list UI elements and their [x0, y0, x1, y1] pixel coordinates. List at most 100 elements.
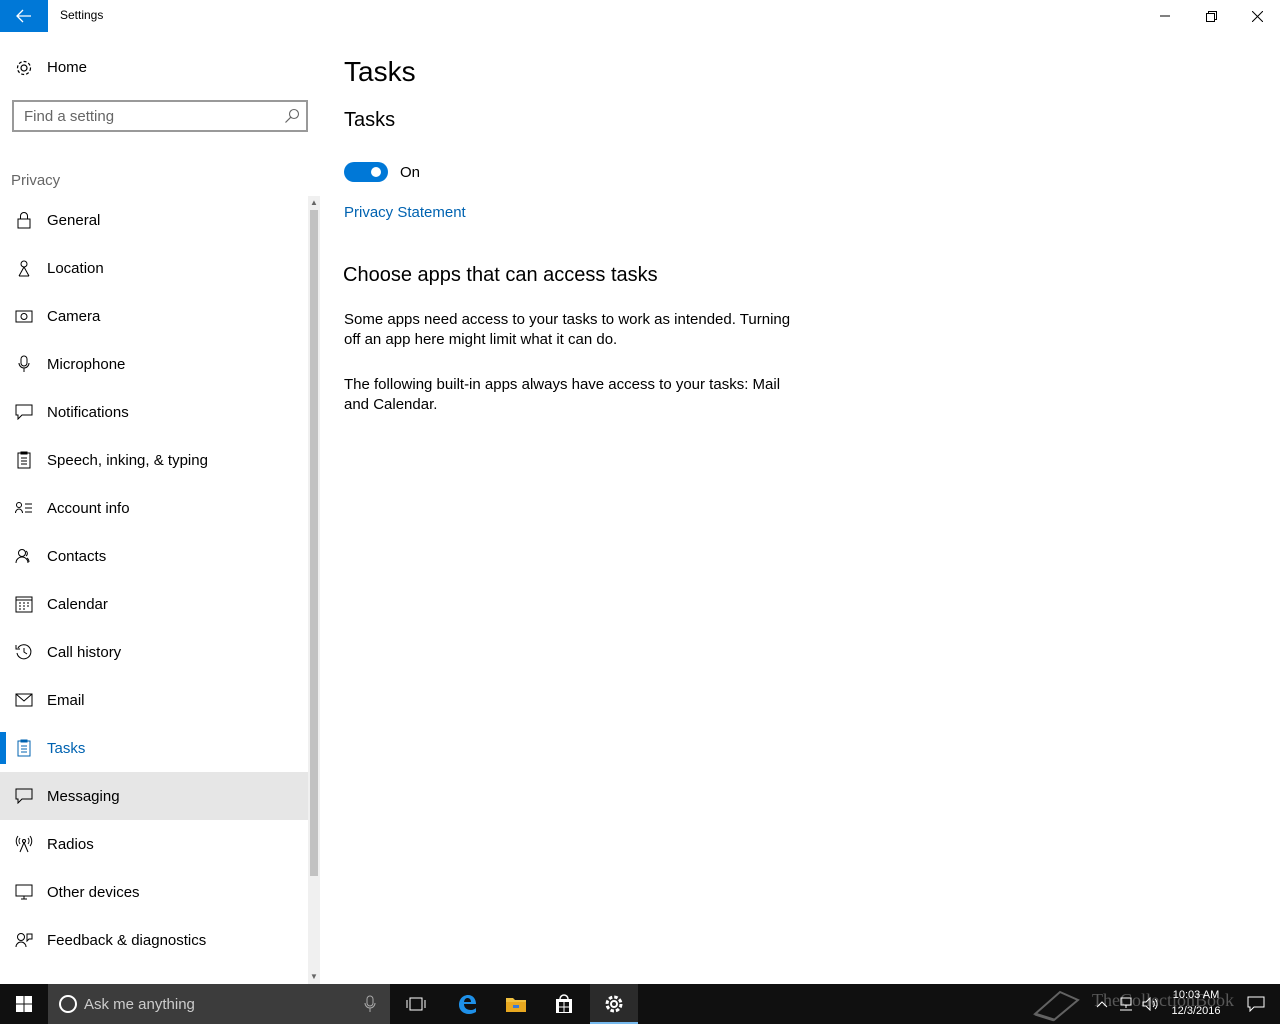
sidebar-item-location[interactable]: Location	[0, 244, 308, 292]
volume-button[interactable]	[1138, 984, 1164, 1024]
tasks-icon	[14, 738, 34, 758]
close-button[interactable]	[1234, 0, 1280, 32]
network-icon	[1120, 997, 1132, 1011]
sidebar-item-label: Email	[47, 692, 85, 709]
task-view-button[interactable]	[392, 984, 440, 1024]
sidebar-item-label: Camera	[47, 308, 101, 325]
settings-taskbar-button[interactable]	[590, 984, 638, 1024]
file-explorer-button[interactable]	[492, 984, 540, 1024]
sidebar-item-label: Radios	[47, 836, 94, 853]
restore-icon	[1205, 10, 1217, 22]
clock-date: 12/3/2016	[1171, 1005, 1221, 1017]
sidebar-item-general[interactable]: General	[0, 196, 308, 244]
section-heading: Tasks	[344, 109, 396, 131]
built-in-apps-text: The following built-in apps always have …	[344, 376, 781, 413]
clock-time: 10:03 AM	[1172, 989, 1220, 1001]
lock-icon	[14, 210, 34, 230]
sidebar-item-label: Tasks	[47, 740, 86, 757]
volume-icon	[1142, 997, 1158, 1011]
sidebar-scrollbar[interactable]: ▲ ▼	[308, 196, 320, 984]
home-nav-item[interactable]: Home	[0, 52, 308, 84]
call-history-icon	[14, 642, 34, 662]
gear-icon	[14, 58, 34, 78]
sidebar-item-call-history[interactable]: Call history	[0, 628, 308, 676]
location-icon	[14, 258, 34, 278]
cortana-search-box[interactable]	[48, 984, 390, 1024]
account-info-icon	[14, 498, 34, 518]
cortana-search-input[interactable]	[84, 995, 344, 1013]
task-view-icon	[406, 997, 426, 1011]
sidebar-item-tasks[interactable]: Tasks	[0, 724, 308, 772]
store-button[interactable]	[540, 984, 588, 1024]
minimize-button[interactable]	[1142, 0, 1188, 32]
network-button[interactable]	[1114, 984, 1138, 1024]
scroll-up-icon[interactable]: ▲	[310, 198, 318, 208]
sidebar-item-account-info[interactable]: Account info	[0, 484, 308, 532]
sidebar-item-label: Notifications	[47, 404, 129, 421]
choose-apps-heading: Choose apps that can access tasks	[343, 264, 658, 286]
sidebar-item-messaging[interactable]: Messaging	[0, 772, 308, 820]
edge-browser-button[interactable]	[443, 984, 491, 1024]
sidebar-item-feedback[interactable]: Feedback & diagnostics	[0, 916, 308, 964]
gear-icon	[605, 995, 623, 1013]
show-hidden-icons-button[interactable]	[1090, 984, 1114, 1024]
sidebar-item-calendar[interactable]: Calendar	[0, 580, 308, 628]
sidebar-item-label: Calendar	[47, 596, 108, 613]
back-button[interactable]	[0, 0, 48, 32]
edge-icon	[459, 995, 476, 1014]
camera-icon	[14, 306, 34, 326]
description-text: Some apps need access to your tasks to w…	[344, 311, 791, 348]
sidebar-item-microphone[interactable]: Microphone	[0, 340, 308, 388]
sidebar-item-email[interactable]: Email	[0, 676, 308, 724]
action-center-icon	[1247, 996, 1265, 1012]
start-button[interactable]	[0, 984, 48, 1024]
feedback-icon	[14, 930, 34, 950]
sidebar-item-label: Account info	[47, 500, 130, 517]
email-icon	[14, 690, 34, 710]
sidebar: Home Privacy General Location Camera	[0, 32, 320, 984]
sidebar-item-speech[interactable]: Speech, inking, & typing	[0, 436, 308, 484]
back-arrow-icon	[16, 9, 31, 23]
window-title: Settings	[60, 8, 104, 22]
restore-button[interactable]	[1188, 0, 1234, 32]
scroll-down-icon[interactable]: ▼	[310, 972, 318, 982]
sidebar-item-other-devices[interactable]: Other devices	[0, 868, 308, 916]
search-box[interactable]	[12, 100, 308, 132]
folder-icon	[506, 998, 526, 1012]
taskbar: TheCollectionBook 10:03 AM 12/3/2016	[0, 984, 1280, 1024]
sidebar-item-label: Location	[47, 260, 104, 277]
radios-icon	[14, 834, 34, 854]
sidebar-item-label: Messaging	[47, 788, 120, 805]
store-icon	[556, 994, 572, 1013]
sidebar-item-label: Other devices	[47, 884, 140, 901]
scroll-thumb[interactable]	[310, 210, 318, 876]
system-clock[interactable]: 10:03 AM 12/3/2016	[1166, 987, 1226, 1019]
tasks-toggle[interactable]	[344, 162, 388, 182]
sidebar-item-label: Contacts	[47, 548, 107, 565]
toggle-state-label: On	[400, 164, 421, 181]
sidebar-item-label: Feedback & diagnostics	[47, 932, 207, 949]
calendar-icon	[14, 594, 34, 614]
windows-logo-icon	[16, 996, 32, 1012]
messaging-icon	[14, 786, 34, 806]
sidebar-item-contacts[interactable]: Contacts	[0, 532, 308, 580]
sidebar-item-notifications[interactable]: Notifications	[0, 388, 308, 436]
speech-icon	[14, 450, 34, 470]
main-content: Tasks Tasks On Privacy Statement Choose …	[320, 32, 1280, 984]
action-center-button[interactable]	[1232, 984, 1280, 1024]
sidebar-item-radios[interactable]: Radios	[0, 820, 308, 868]
page-title: Tasks	[344, 56, 416, 87]
contacts-icon	[14, 546, 34, 566]
section-title: Privacy	[11, 172, 61, 189]
sidebar-item-camera[interactable]: Camera	[0, 292, 308, 340]
privacy-nav-list: General Location Camera Microphone Notif…	[0, 196, 308, 964]
search-icon	[285, 108, 300, 123]
privacy-statement-link[interactable]: Privacy Statement	[344, 204, 466, 221]
microphone-icon	[14, 354, 34, 374]
sidebar-item-label: Microphone	[47, 356, 126, 373]
notifications-icon	[14, 402, 34, 422]
sidebar-item-label: General	[47, 212, 101, 229]
search-input[interactable]	[24, 107, 274, 125]
microphone-icon[interactable]	[364, 995, 376, 1013]
minimize-icon	[1160, 15, 1170, 17]
